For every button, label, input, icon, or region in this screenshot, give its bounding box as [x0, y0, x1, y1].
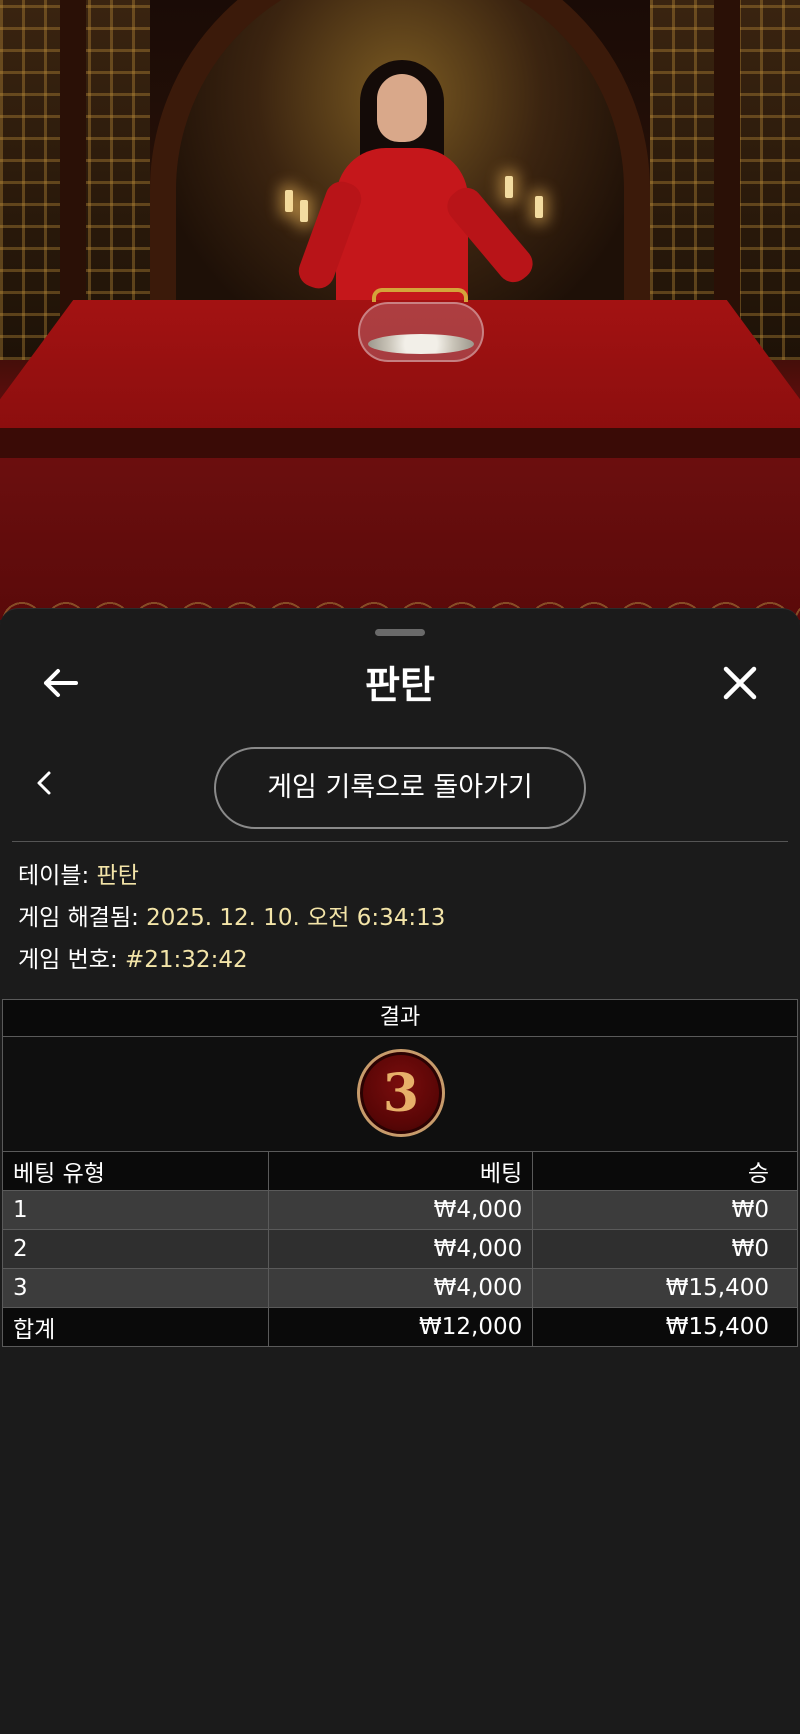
col-bet: 베팅	[267, 1151, 534, 1191]
total-bet-cell: ₩12,000	[267, 1307, 534, 1347]
sheet-title: 판탄	[365, 663, 435, 707]
close-button[interactable]	[716, 659, 764, 707]
sheet-drag-handle[interactable]	[375, 629, 425, 636]
game-number-value: #21:32:42	[125, 947, 248, 973]
bet-type-cell: 1	[2, 1190, 269, 1230]
col-win: 승	[532, 1151, 798, 1191]
game-number-label: 게임 번호:	[18, 947, 126, 973]
bets-table: 베팅 유형 베팅 승 1 ₩4,000 ₩0 2 ₩4,000 ₩0 3 ₩4,…	[2, 1151, 798, 1347]
total-label-cell: 합계	[2, 1307, 269, 1347]
win-amount-cell: ₩0	[532, 1229, 798, 1269]
decor-candle	[535, 196, 543, 218]
bet-type-cell: 3	[2, 1268, 269, 1308]
game-table-edge	[0, 428, 800, 458]
bet-amount-cell: ₩4,000	[267, 1229, 534, 1269]
result-ball: 3	[357, 1049, 445, 1137]
bowl-handle	[372, 288, 468, 302]
game-number-info: 게임 번호: #21:32:42	[18, 943, 248, 977]
dealer	[294, 60, 540, 318]
bet-type-cell: 2	[2, 1229, 269, 1269]
table-row: 3 ₩4,000 ₩15,400	[2, 1268, 798, 1308]
back-button[interactable]	[36, 659, 84, 707]
result-header: 결과	[2, 999, 798, 1037]
previous-button[interactable]	[24, 763, 64, 803]
decor-pillar-left	[60, 0, 86, 330]
table-value: 판탄	[96, 863, 139, 889]
chevron-left-icon	[37, 771, 51, 795]
win-amount-cell: ₩0	[532, 1190, 798, 1230]
bead-bowl	[358, 302, 484, 362]
resolved-label: 게임 해결됨:	[18, 905, 147, 931]
result-panel: 3	[2, 1037, 798, 1151]
bet-amount-cell: ₩4,000	[267, 1268, 534, 1308]
close-icon	[723, 666, 757, 700]
live-video-stream	[0, 0, 800, 620]
decor-candle	[285, 190, 293, 212]
decor-candle	[505, 176, 513, 198]
divider	[12, 841, 788, 842]
table-info: 테이블: 판탄	[18, 859, 139, 893]
table-header-row: 베팅 유형 베팅 승	[2, 1151, 798, 1191]
resolved-value: 2025. 12. 10. 오전 6:34:13	[146, 905, 446, 931]
table-row: 1 ₩4,000 ₩0	[2, 1190, 798, 1230]
back-to-history-button[interactable]: 게임 기록으로 돌아가기	[214, 747, 586, 829]
total-win-cell: ₩15,400	[532, 1307, 798, 1347]
win-amount-cell: ₩15,400	[532, 1268, 798, 1308]
total-row: 합계 ₩12,000 ₩15,400	[2, 1307, 798, 1347]
decor-pillar-right	[714, 0, 740, 330]
history-sheet: 판탄 게임 기록으로 돌아가기 테이블: 판탄 게임 해결됨: 2025. 12…	[0, 608, 800, 1734]
resolved-info: 게임 해결됨: 2025. 12. 10. 오전 6:34:13	[18, 901, 445, 935]
decor-candle	[300, 200, 308, 222]
table-label: 테이블:	[18, 863, 97, 889]
col-bet-type: 베팅 유형	[2, 1151, 269, 1191]
table-row: 2 ₩4,000 ₩0	[2, 1229, 798, 1269]
bet-amount-cell: ₩4,000	[267, 1190, 534, 1230]
arrow-left-icon	[44, 669, 78, 697]
